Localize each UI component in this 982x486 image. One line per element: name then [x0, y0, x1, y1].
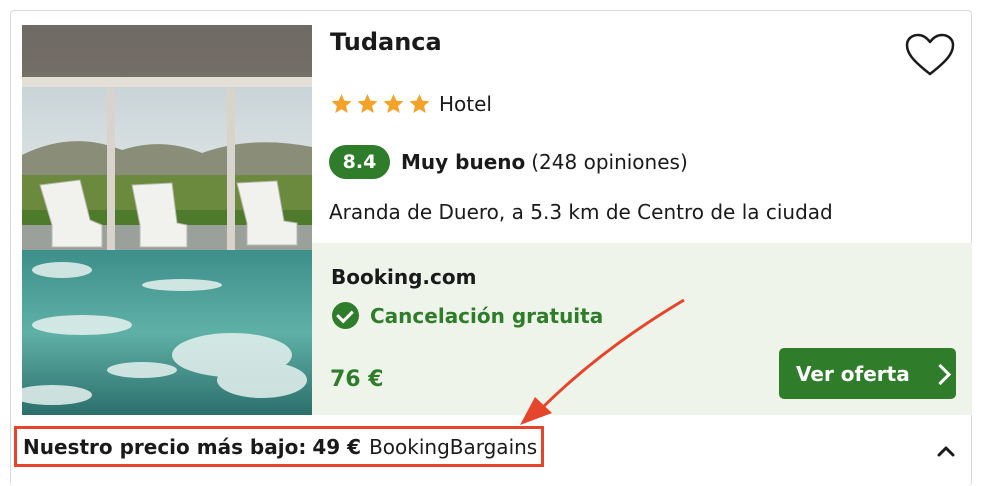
star-icon [409, 94, 430, 113]
cancellation-text: Cancelación gratuita [370, 303, 604, 328]
property-type: Hotel [439, 92, 492, 116]
lowest-price-value: 49 € [312, 434, 362, 459]
star-icon [357, 94, 378, 113]
rating-score-badge: 8.4 [329, 145, 390, 179]
rating-label: Muy bueno [401, 150, 526, 174]
chevron-right-icon [929, 363, 951, 385]
view-deal-label: Ver oferta [796, 361, 910, 386]
lowest-price-source: BookingBargains [369, 434, 538, 459]
view-deal-button[interactable]: Ver oferta [779, 348, 956, 399]
hotel-photo[interactable] [22, 25, 312, 415]
chevron-up-icon[interactable] [937, 442, 955, 457]
deal-price: 76 € [330, 367, 384, 392]
guest-rating[interactable]: 8.4 Muy bueno (248 opiniones) [329, 145, 688, 179]
deal-provider: Booking.com [331, 265, 477, 289]
lowest-price-row[interactable]: Nuestro precio más bajo: 49 € BookingBar… [14, 426, 544, 467]
free-cancellation: Cancelación gratuita [332, 302, 603, 329]
hotel-photo-image [22, 25, 312, 415]
check-circle-icon [332, 302, 359, 329]
hotel-name[interactable]: Tudanca [330, 28, 442, 56]
star-icon [331, 94, 352, 113]
favorite-heart-icon[interactable] [904, 32, 956, 78]
star-rating: Hotel [329, 92, 492, 116]
deal-panel: Booking.com Cancelación gratuita 76 € Ve… [312, 243, 972, 415]
star-icon [383, 94, 404, 113]
lowest-price-label: Nuestro precio más bajo: [23, 434, 307, 459]
review-count: (248 opiniones) [531, 150, 688, 174]
hotel-location: Aranda de Duero, a 5.3 km de Centro de l… [329, 200, 833, 224]
